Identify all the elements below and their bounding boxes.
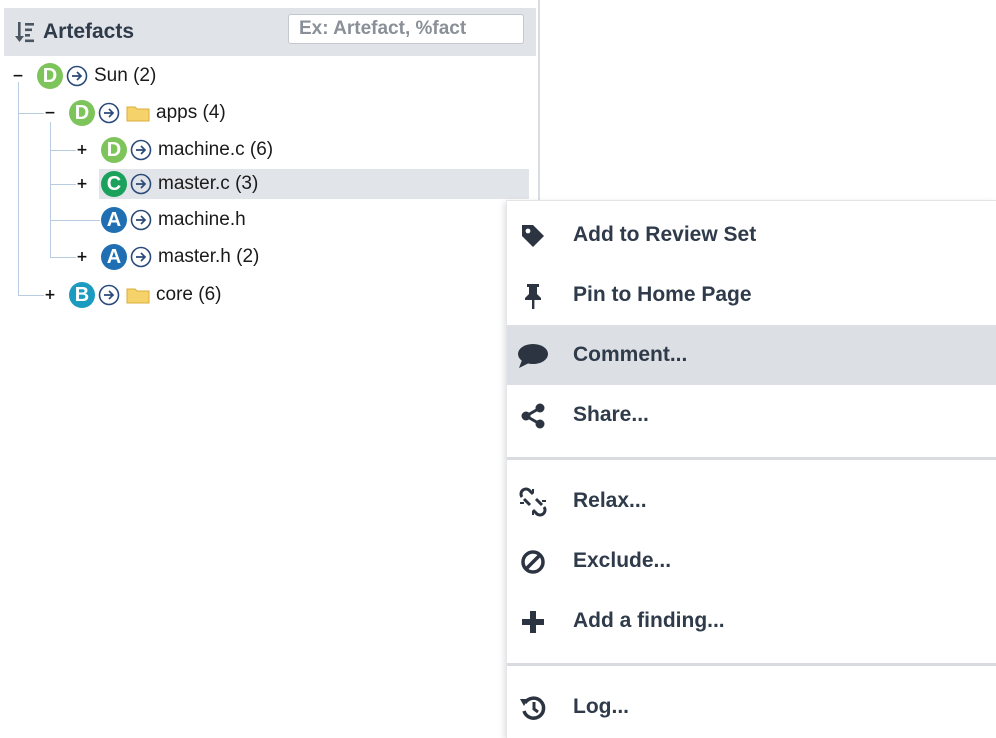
tree-guide-line xyxy=(50,122,51,258)
broken-link-icon xyxy=(515,487,551,517)
menu-item-label: Add to Review Set xyxy=(573,223,757,246)
tag-icon xyxy=(515,221,551,251)
menu-item-log[interactable]: Log... xyxy=(507,677,996,737)
menu-item-label: Relax... xyxy=(573,489,647,512)
navigate-arrow-icon[interactable] xyxy=(130,209,152,231)
tree-node-label: machine.c (6) xyxy=(158,139,274,160)
prohibit-icon xyxy=(515,547,551,577)
navigate-arrow-icon[interactable] xyxy=(98,284,120,306)
menu-item-label: Share... xyxy=(573,403,649,426)
navigate-arrow-icon[interactable] xyxy=(66,65,88,87)
collapse-toggle[interactable]: − xyxy=(12,69,24,83)
filter-input[interactable] xyxy=(288,14,524,44)
status-badge: A xyxy=(101,207,127,233)
expand-toggle[interactable]: + xyxy=(76,250,88,264)
menu-separator xyxy=(507,457,996,460)
panel-title: Artefacts xyxy=(43,20,135,43)
sort-descending-icon[interactable] xyxy=(15,21,35,43)
menu-item-add-a-finding[interactable]: Add a finding... xyxy=(507,591,996,651)
menu-item-exclude[interactable]: Exclude... xyxy=(507,531,996,591)
menu-item-relax[interactable]: Relax... xyxy=(507,471,996,531)
history-icon xyxy=(515,693,551,723)
status-badge: C xyxy=(101,171,127,197)
menu-item-label: Add a finding... xyxy=(573,609,725,632)
tree-node-selected[interactable]: C master.c (3) xyxy=(99,169,529,199)
status-badge: B xyxy=(69,282,95,308)
menu-item-label: Comment... xyxy=(573,343,688,366)
plus-icon xyxy=(515,607,551,637)
artefacts-panel: Artefacts − − + + + + D Sun (2) D apps (… xyxy=(0,0,540,737)
menu-item-comment[interactable]: Comment... xyxy=(507,325,996,385)
collapse-toggle[interactable]: − xyxy=(44,106,56,120)
tree-node[interactable]: D machine.c (6) xyxy=(101,135,273,165)
menu-separator xyxy=(507,663,996,666)
expand-toggle[interactable]: + xyxy=(76,143,88,157)
status-badge: D xyxy=(69,100,95,126)
tree-node[interactable]: A machine.h xyxy=(101,205,246,235)
tree-guide-line xyxy=(18,82,19,296)
tree-node-label: apps (4) xyxy=(156,102,226,123)
tree-node-label: machine.h xyxy=(158,209,246,230)
tree-node[interactable]: D Sun (2) xyxy=(37,61,156,91)
expand-toggle[interactable]: + xyxy=(44,288,56,302)
status-badge: D xyxy=(37,63,63,89)
navigate-arrow-icon[interactable] xyxy=(130,246,152,268)
tree-node[interactable]: A master.h (2) xyxy=(101,242,259,272)
expand-toggle[interactable]: + xyxy=(76,177,88,191)
comment-icon xyxy=(515,341,551,371)
share-icon xyxy=(515,401,551,431)
navigate-arrow-icon[interactable] xyxy=(130,173,152,195)
status-badge: A xyxy=(101,244,127,270)
tree-node-label: master.h (2) xyxy=(158,246,260,267)
context-menu: Add to Review Set Pin to Home Page Comme… xyxy=(506,200,996,738)
panel-header: Artefacts xyxy=(4,8,536,56)
navigate-arrow-icon[interactable] xyxy=(98,102,120,124)
menu-item-pin-to-home-page[interactable]: Pin to Home Page xyxy=(507,265,996,325)
pin-icon xyxy=(515,281,551,311)
menu-item-label: Log... xyxy=(573,695,629,718)
menu-item-label: Exclude... xyxy=(573,549,672,572)
tree-node[interactable]: B core (6) xyxy=(69,280,221,310)
folder-icon xyxy=(126,288,150,304)
folder-icon xyxy=(126,106,150,122)
tree-node-label: master.c (3) xyxy=(158,173,259,194)
tree-guide-line xyxy=(50,220,100,221)
tree-node-label: Sun (2) xyxy=(94,65,157,86)
status-badge: D xyxy=(101,137,127,163)
menu-item-label: Pin to Home Page xyxy=(573,283,752,306)
tree-node[interactable]: D apps (4) xyxy=(69,98,226,128)
tree-node-label: core (6) xyxy=(156,284,222,305)
menu-item-add-to-review-set[interactable]: Add to Review Set xyxy=(507,205,996,265)
navigate-arrow-icon[interactable] xyxy=(130,139,152,161)
menu-item-share[interactable]: Share... xyxy=(507,385,996,445)
